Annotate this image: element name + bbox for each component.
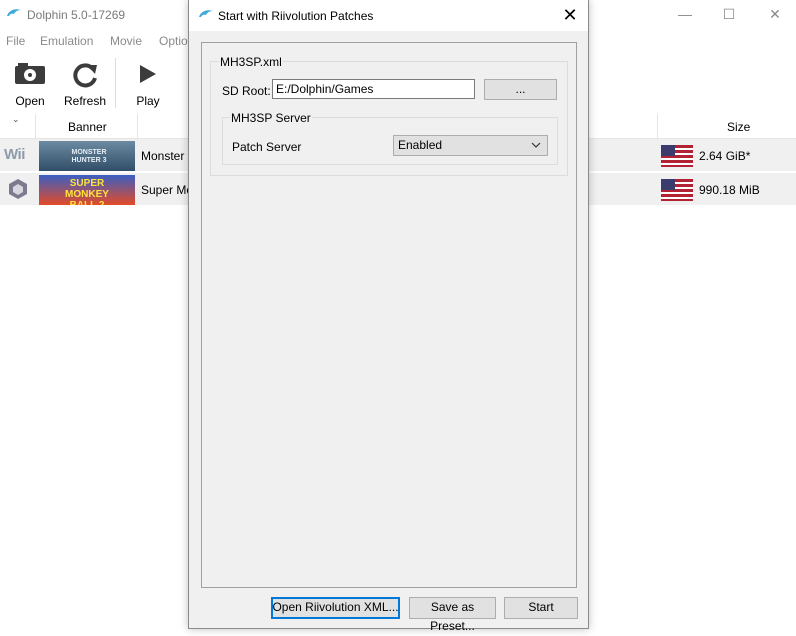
chevron-down-icon — [531, 136, 541, 162]
refresh-icon — [71, 62, 99, 91]
game-size: 990.18 MiB — [699, 183, 760, 197]
save-as-preset-button[interactable]: Save as Preset... — [409, 597, 496, 633]
dialog-titlebar: Start with Riivolution Patches ✕ — [189, 0, 588, 31]
patch-server-value: Enabled — [398, 138, 443, 152]
dialog-title: Start with Riivolution Patches — [218, 9, 374, 23]
riivolution-dialog: Start with Riivolution Patches ✕ MH3SP.x… — [188, 0, 589, 633]
open-disc-icon — [14, 62, 46, 89]
browse-button[interactable]: ... — [484, 79, 557, 100]
game-title: Monster — [141, 149, 185, 163]
dolphin-logo-icon — [198, 8, 214, 25]
open-riivolution-xml-button[interactable]: Open Riivolution XML... — [271, 597, 400, 619]
menu-emulation[interactable]: Emulation — [40, 34, 93, 48]
dialog-close-button[interactable]: ✕ — [557, 3, 583, 27]
menu-options[interactable]: Optio — [159, 34, 188, 48]
sort-chevron-icon[interactable]: ⌄ — [12, 114, 20, 125]
open-button[interactable]: Open — [2, 62, 58, 110]
play-icon — [139, 64, 157, 87]
banner-text: SUPER MONKEY BALL 2 — [65, 178, 109, 205]
dolphin-logo-icon — [6, 7, 22, 24]
patch-server-dropdown[interactable]: Enabled — [393, 135, 548, 156]
server-group-title: MH3SP Server — [230, 111, 312, 125]
column-divider — [657, 114, 658, 138]
close-window-button[interactable]: ✕ — [752, 0, 796, 30]
sd-root-label: SD Root: — [222, 84, 271, 98]
column-banner[interactable]: Banner — [68, 120, 107, 134]
sd-root-input[interactable] — [272, 79, 475, 99]
refresh-button[interactable]: Refresh — [57, 62, 113, 110]
game-banner: MONSTER HUNTER 3 — [39, 141, 135, 171]
usa-flag-icon — [661, 145, 693, 167]
minimize-button[interactable]: — — [662, 0, 708, 30]
start-button[interactable]: Start — [504, 597, 578, 619]
toolbar-separator — [115, 58, 116, 108]
gamecube-platform-icon — [7, 178, 29, 203]
menu-movie[interactable]: Movie — [110, 34, 142, 48]
xml-group-title: MH3SP.xml — [219, 55, 283, 69]
play-label: Play — [136, 94, 160, 108]
open-label: Open — [15, 94, 45, 108]
game-banner: SUPER MONKEY BALL 2 — [39, 175, 135, 205]
play-button[interactable]: Play — [120, 62, 176, 110]
refresh-label: Refresh — [63, 94, 107, 108]
patch-server-label: Patch Server — [232, 140, 302, 154]
game-title: Super Mo — [141, 183, 194, 197]
column-divider — [137, 114, 138, 138]
wii-platform-icon: Wii — [4, 146, 25, 163]
menu-file[interactable]: File — [6, 34, 25, 48]
main-window-title: Dolphin 5.0-17269 — [27, 8, 126, 22]
column-divider — [35, 114, 36, 138]
maximize-button[interactable]: ☐ — [706, 0, 752, 30]
banner-text: MONSTER HUNTER 3 — [71, 149, 107, 164]
usa-flag-icon — [661, 179, 693, 201]
game-size: 2.64 GiB* — [699, 149, 751, 163]
column-size[interactable]: Size — [727, 120, 750, 134]
